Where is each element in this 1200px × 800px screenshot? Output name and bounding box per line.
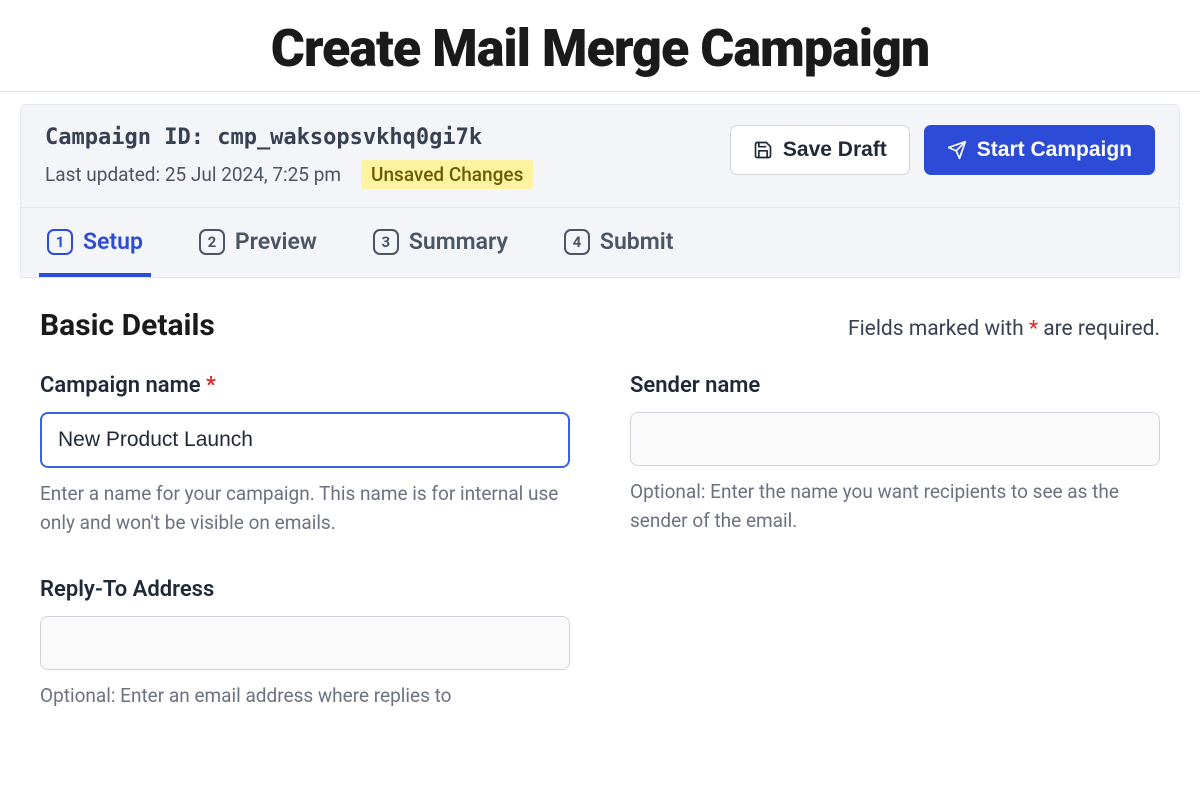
sender-name-hint: Optional: Enter the name you want recipi… — [630, 478, 1160, 535]
required-note-pre: Fields marked with — [848, 317, 1029, 341]
campaign-name-label-text: Campaign name — [40, 373, 201, 398]
sender-name-label: Sender name — [630, 373, 1160, 398]
header-meta: Last updated: 25 Jul 2024, 7:25 pm Unsav… — [45, 160, 730, 189]
sender-name-input[interactable] — [630, 412, 1160, 466]
form-grid: Campaign name * Enter a name for your ca… — [40, 373, 1160, 711]
required-note: Fields marked with * are required. — [848, 317, 1160, 341]
tab-label-setup: Setup — [83, 228, 143, 255]
section-title: Basic Details — [40, 308, 215, 343]
tab-badge-2: 2 — [199, 229, 225, 255]
field-sender-name: Sender name Optional: Enter the name you… — [630, 373, 1160, 537]
reply-to-input[interactable] — [40, 616, 570, 670]
tabs-row: 1 Setup 2 Preview 3 Summary 4 Submit — [20, 208, 1180, 278]
asterisk-icon: * — [206, 373, 216, 398]
tab-preview[interactable]: 2 Preview — [191, 208, 325, 277]
section-head: Basic Details Fields marked with * are r… — [40, 308, 1160, 343]
last-updated-label: Last updated: — [45, 163, 160, 186]
tab-summary[interactable]: 3 Summary — [365, 208, 516, 277]
asterisk-icon: * — [1029, 317, 1038, 341]
last-updated: Last updated: 25 Jul 2024, 7:25 pm — [45, 163, 341, 186]
tab-label-submit: Submit — [600, 228, 674, 255]
reply-to-hint: Optional: Enter an email address where r… — [40, 682, 570, 711]
tab-badge-4: 4 — [564, 229, 590, 255]
save-draft-button[interactable]: Save Draft — [730, 125, 910, 175]
tab-label-preview: Preview — [235, 228, 317, 255]
save-icon — [753, 140, 773, 160]
campaign-name-label: Campaign name * — [40, 373, 570, 398]
tab-badge-3: 3 — [373, 229, 399, 255]
save-draft-label: Save Draft — [783, 138, 887, 162]
field-campaign-name: Campaign name * Enter a name for your ca… — [40, 373, 570, 537]
tab-label-summary: Summary — [409, 228, 508, 255]
tab-badge-1: 1 — [47, 229, 73, 255]
campaign-name-hint: Enter a name for your campaign. This nam… — [40, 480, 570, 537]
page-title: Create Mail Merge Campaign — [0, 0, 1200, 91]
form-area: Basic Details Fields marked with * are r… — [20, 278, 1180, 711]
header-bar: Campaign ID: cmp_waksopsvkhq0gi7k Last u… — [20, 104, 1180, 208]
start-campaign-button[interactable]: Start Campaign — [924, 125, 1155, 175]
required-note-post: are required. — [1038, 317, 1160, 341]
campaign-id: Campaign ID: cmp_waksopsvkhq0gi7k — [45, 125, 730, 150]
start-campaign-label: Start Campaign — [977, 138, 1132, 162]
tab-submit[interactable]: 4 Submit — [556, 208, 682, 277]
send-icon — [947, 140, 967, 160]
last-updated-value: 25 Jul 2024, 7:25 pm — [165, 163, 341, 186]
campaign-id-label: Campaign ID: — [45, 125, 204, 150]
content-wrap: Campaign ID: cmp_waksopsvkhq0gi7k Last u… — [0, 91, 1200, 711]
campaign-id-value: cmp_waksopsvkhq0gi7k — [217, 125, 482, 150]
header-actions: Save Draft Start Campaign — [730, 125, 1155, 175]
reply-to-label: Reply-To Address — [40, 577, 570, 602]
tab-setup[interactable]: 1 Setup — [39, 208, 151, 277]
header-left: Campaign ID: cmp_waksopsvkhq0gi7k Last u… — [45, 125, 730, 189]
field-reply-to: Reply-To Address Optional: Enter an emai… — [40, 577, 570, 711]
unsaved-changes-badge: Unsaved Changes — [361, 160, 533, 189]
campaign-name-input[interactable] — [40, 412, 570, 468]
